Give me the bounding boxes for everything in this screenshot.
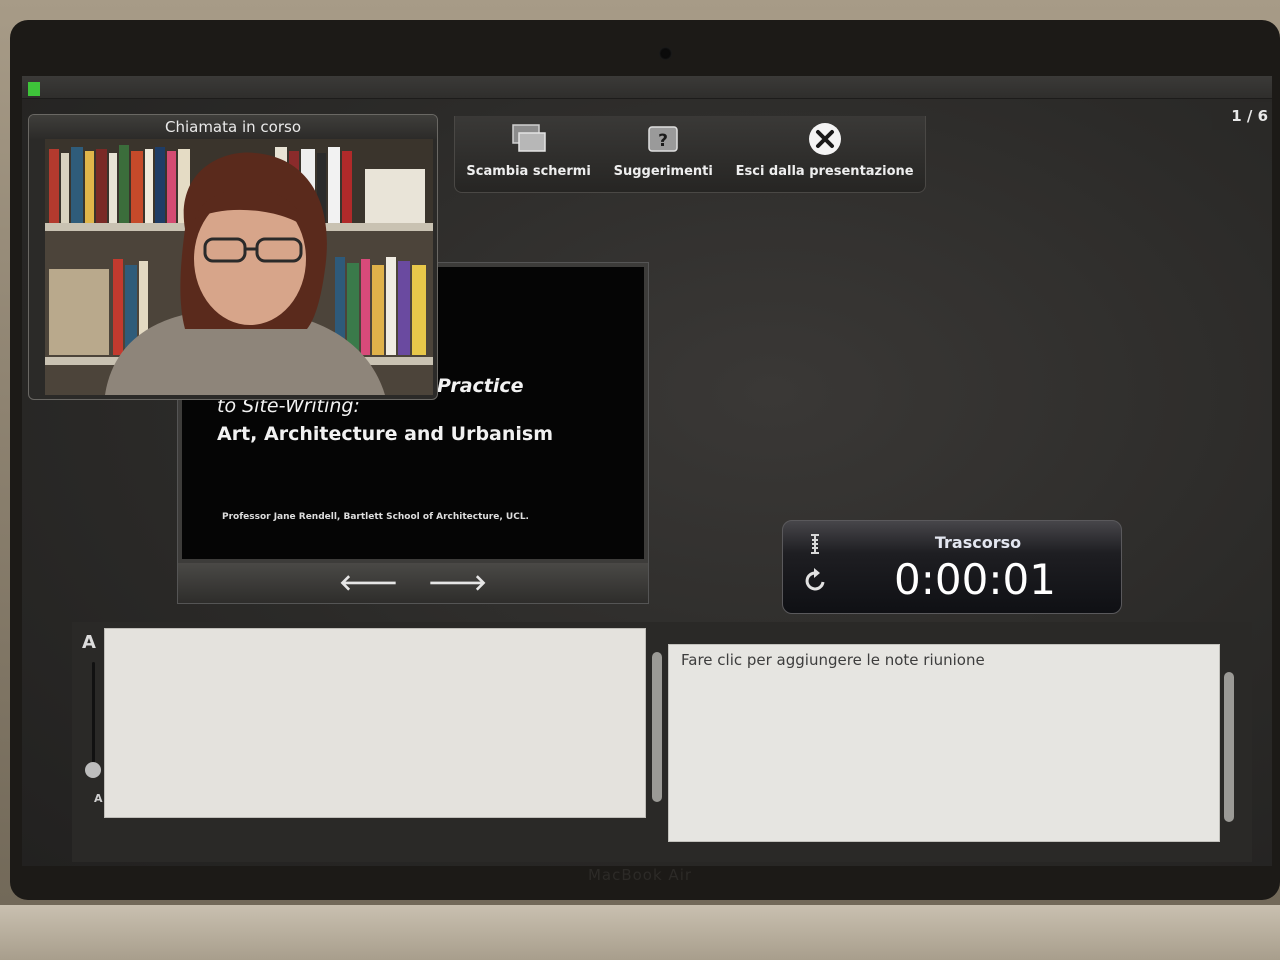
font-large-label: A xyxy=(82,632,96,653)
font-size-slider[interactable]: A A xyxy=(76,632,103,805)
presenter-toolbar: Scambia schermi ? Suggerimenti Esci dall… xyxy=(454,116,926,193)
slider-knob[interactable] xyxy=(85,762,101,778)
timer-value: 0:00:01 xyxy=(894,555,1056,604)
presenter-screen: 1 / 6 Scambia schermi ? Suggerimenti Esc… xyxy=(22,76,1272,866)
slide-title-line-1: Practice xyxy=(437,375,524,397)
timer-label: Trascorso xyxy=(934,533,1022,552)
laptop-hinge xyxy=(0,905,1280,960)
timer-grip-icon xyxy=(807,533,823,555)
meeting-notes-pane[interactable]: Fare clic per aggiungere le note riunion… xyxy=(668,644,1220,842)
close-icon xyxy=(804,122,846,156)
slider-track[interactable] xyxy=(92,662,95,772)
elapsed-timer: Trascorso 0:00:01 xyxy=(782,520,1122,614)
video-call-window[interactable]: Chiamata in corso xyxy=(28,114,438,400)
svg-text:?: ? xyxy=(658,131,668,151)
tips-label: Suggerimenti xyxy=(613,164,713,179)
reset-timer-icon[interactable] xyxy=(801,565,831,595)
swap-screens-icon xyxy=(508,122,550,156)
font-small-label: A xyxy=(94,792,103,805)
brand-logo: MacBook Air xyxy=(587,866,693,884)
help-icon: ? xyxy=(642,122,684,156)
previous-slide-arrow-icon[interactable]: 🡐 xyxy=(339,570,398,596)
status-indicator xyxy=(28,82,40,96)
meeting-notes-placeholder: Fare clic per aggiungere le note riunion… xyxy=(681,651,985,669)
meeting-notes-scrollbar[interactable] xyxy=(1224,672,1234,822)
video-feed xyxy=(45,139,433,395)
swap-screens-label: Scambia schermi xyxy=(466,164,591,179)
slide-navigation: 🡐 🡒 xyxy=(178,563,648,603)
slide-title-line-3: Art, Architecture and Urbanism xyxy=(217,423,554,445)
notes-area: A A Fare clic per aggiungere le note riu… xyxy=(72,622,1252,862)
next-slide-arrow-icon[interactable]: 🡒 xyxy=(428,570,487,596)
slide-counter: 1 / 6 xyxy=(1212,102,1272,130)
top-bar xyxy=(22,76,1272,99)
tips-button[interactable]: ? Suggerimenti xyxy=(614,116,713,179)
swap-screens-button[interactable]: Scambia schermi xyxy=(466,116,591,179)
exit-presentation-button[interactable]: Esci dalla presentazione xyxy=(736,116,914,179)
call-window-title: Chiamata in corso xyxy=(29,115,437,139)
laptop-body: 1 / 6 Scambia schermi ? Suggerimenti Esc… xyxy=(0,0,1280,960)
exit-presentation-label: Esci dalla presentazione xyxy=(735,164,914,179)
slide-credit: Professor Jane Rendell, Bartlett School … xyxy=(222,512,529,522)
presenter-notes-pane[interactable] xyxy=(104,628,646,818)
webcam xyxy=(659,47,672,60)
notes-scrollbar[interactable] xyxy=(652,652,662,802)
